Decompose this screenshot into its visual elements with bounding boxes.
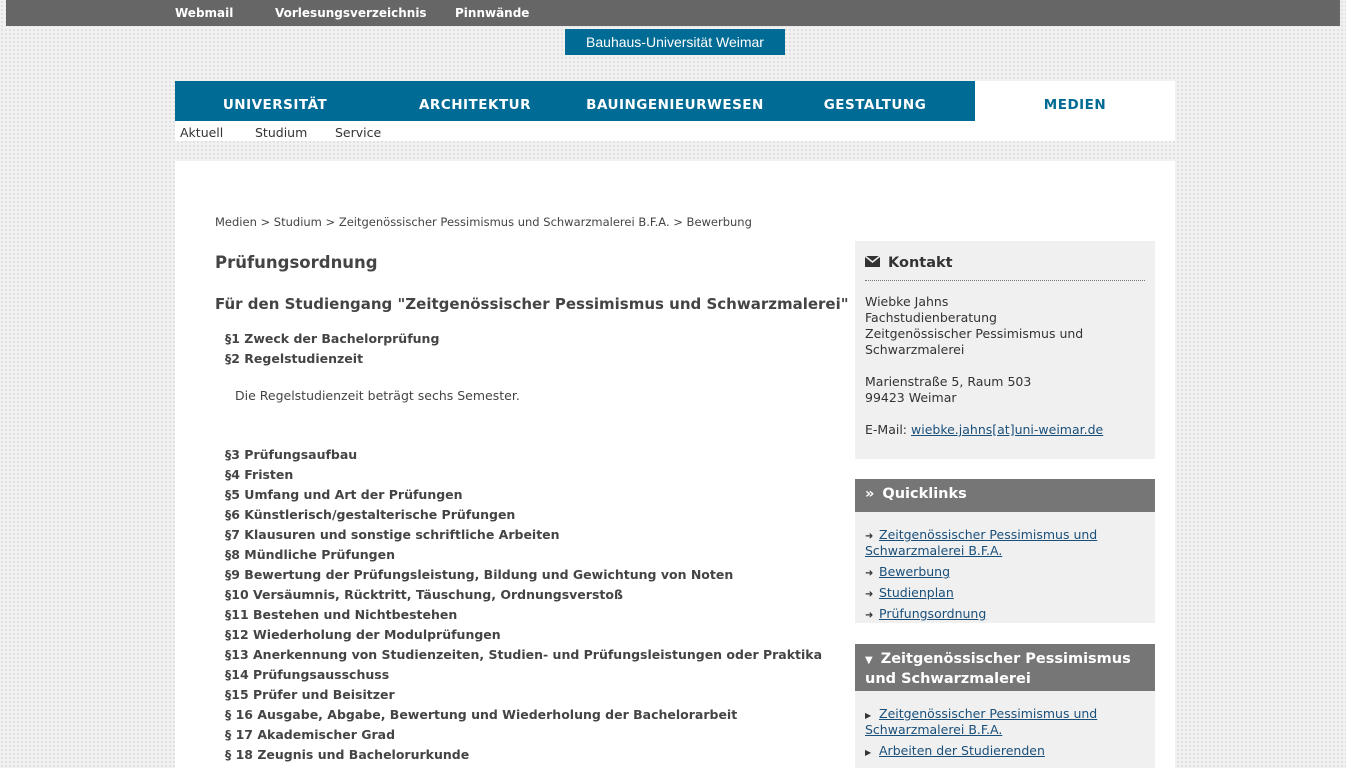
nav-architektur[interactable]: ARCHITEKTUR <box>375 81 575 121</box>
arrow-right-icon: ➜ <box>865 610 874 621</box>
contact-program-1: Zeitgenössischer Pessimismus und <box>865 326 1084 341</box>
breadcrumb[interactable]: Medien > Studium > Zeitgenössischer Pess… <box>215 215 752 229</box>
paragraph-8[interactable]: §8 Mündliche Prüfungen <box>225 547 395 562</box>
paragraph-6[interactable]: §6 Künstlerisch/gestalterische Prüfungen <box>225 507 515 522</box>
nav-medien[interactable]: MEDIEN <box>975 81 1175 121</box>
content-area: Medien > Studium > Zeitgenössischer Pess… <box>175 161 1175 768</box>
quicklink-program-cont[interactable]: Schwarzmalerei B.F.A. <box>865 543 1002 558</box>
quicklink-studienplan[interactable]: ➜ Studienplan <box>865 585 954 600</box>
quicklinks-header: » Quicklinks <box>855 479 1155 512</box>
paragraph-15[interactable]: §15 Prüfer und Beisitzer <box>225 687 395 702</box>
program-box: ▼ Zeitgenössischer Pessimismus und Schwar… <box>855 644 1155 768</box>
quicklink-program[interactable]: ➜ Zeitgenössischer Pessimismus und <box>865 527 1097 542</box>
main-navigation: UNIVERSITÄT ARCHITEKTUR BAUINGENIEURWESE… <box>175 81 1175 121</box>
contact-name: Wiebke Jahns <box>865 294 949 309</box>
nav-universitaet[interactable]: UNIVERSITÄT <box>175 81 375 121</box>
sub-navigation: Aktuell Studium Service <box>175 121 1175 141</box>
contact-program-2: Schwarzmalerei <box>865 342 965 357</box>
program-link-main-cont[interactable]: Schwarzmalerei B.F.A. <box>865 722 1002 737</box>
paragraph-3[interactable]: §3 Prüfungsaufbau <box>225 447 357 462</box>
paragraph-18[interactable]: § 18 Zeugnis und Bachelorurkunde <box>225 747 469 762</box>
quicklink-bewerbung[interactable]: ➜ Bewerbung <box>865 564 950 579</box>
quicklinks-box: » Quicklinks ➜ Zeitgenössischer Pessimismu… <box>855 479 1155 623</box>
paragraph-12[interactable]: §12 Wiederholung der Modulprüfungen <box>225 627 501 642</box>
paragraph-17[interactable]: § 17 Akademischer Grad <box>225 727 395 742</box>
paragraph-1[interactable]: §1 Zweck der Bachelorprüfung <box>225 331 439 346</box>
subnav-studium[interactable]: Studium <box>255 125 307 140</box>
paragraph-7[interactable]: §7 Klausuren und sonstige schriftliche A… <box>225 527 560 542</box>
double-chevron-icon: » <box>865 486 875 502</box>
contact-city: 99423 Weimar <box>865 390 957 405</box>
program-link-main[interactable]: ▶ Zeitgenössischer Pessimismus und <box>865 706 1097 721</box>
paragraph-10[interactable]: §10 Versäumnis, Rücktritt, Täuschung, Or… <box>225 587 623 602</box>
contact-role: Fachstudienberatung <box>865 310 997 325</box>
university-logo[interactable]: Bauhaus-Universität Weimar <box>565 29 785 55</box>
paragraph-2[interactable]: §2 Regelstudienzeit <box>225 351 363 366</box>
triangle-right-icon: ▶ <box>865 711 872 720</box>
contact-street: Marienstraße 5, Raum 503 <box>865 374 1032 389</box>
triangle-down-icon: ▼ <box>865 655 873 666</box>
top-bar: Webmail Vorlesungsverzeichnis Pinnwände <box>6 0 1340 26</box>
arrow-right-icon: ➜ <box>865 589 874 600</box>
paragraph-14[interactable]: §14 Prüfungsausschuss <box>225 667 389 682</box>
pinnwaende-link[interactable]: Pinnwände <box>455 6 529 20</box>
envelope-icon <box>864 255 881 271</box>
contact-box: Kontakt Wiebke Jahns Fachstudienberatung… <box>855 241 1155 459</box>
subnav-service[interactable]: Service <box>335 125 381 140</box>
subnav-aktuell[interactable]: Aktuell <box>180 125 223 140</box>
paragraph-16[interactable]: § 16 Ausgabe, Abgabe, Bewertung und Wied… <box>225 707 737 722</box>
paragraph-11[interactable]: §11 Bestehen und Nichtbestehen <box>225 607 457 622</box>
regelstudienzeit-text: Die Regelstudienzeit beträgt sechs Semes… <box>235 388 520 403</box>
paragraph-5[interactable]: §5 Umfang und Art der Prüfungen <box>225 487 463 502</box>
contact-heading: Kontakt <box>864 255 953 271</box>
nav-bauingenieurwesen[interactable]: BAUINGENIEURWESEN <box>575 81 775 121</box>
arrow-right-icon: ➜ <box>865 568 874 579</box>
program-header[interactable]: ▼ Zeitgenössischer Pessimismus und Schwar… <box>855 644 1155 691</box>
contact-divider <box>865 280 1145 281</box>
page-subtitle: Für den Studiengang "Zeitgenössischer Pe… <box>215 295 849 313</box>
paragraph-13[interactable]: §13 Anerkennung von Studienzeiten, Studi… <box>225 647 822 662</box>
page-title: Prüfungsordnung <box>215 253 378 272</box>
nav-gestaltung[interactable]: GESTALTUNG <box>775 81 975 121</box>
contact-email-row: E-Mail: wiebke.jahns[at]uni-weimar.de <box>865 422 1104 437</box>
paragraph-4[interactable]: §4 Fristen <box>225 467 293 482</box>
quicklink-pruefungsordnung[interactable]: ➜ Prüfungsordnung <box>865 606 986 621</box>
triangle-right-icon: ▶ <box>865 748 872 757</box>
paragraph-9[interactable]: §9 Bewertung der Prüfungsleistung, Bildu… <box>225 567 733 582</box>
webmail-link[interactable]: Webmail <box>175 6 233 20</box>
arrow-right-icon: ➜ <box>865 531 874 542</box>
program-link-arbeiten[interactable]: ▶ Arbeiten der Studierenden <box>865 743 1045 758</box>
contact-email-link[interactable]: wiebke.jahns[at]uni-weimar.de <box>911 422 1103 437</box>
vorlesungsverzeichnis-link[interactable]: Vorlesungsverzeichnis <box>275 6 427 20</box>
